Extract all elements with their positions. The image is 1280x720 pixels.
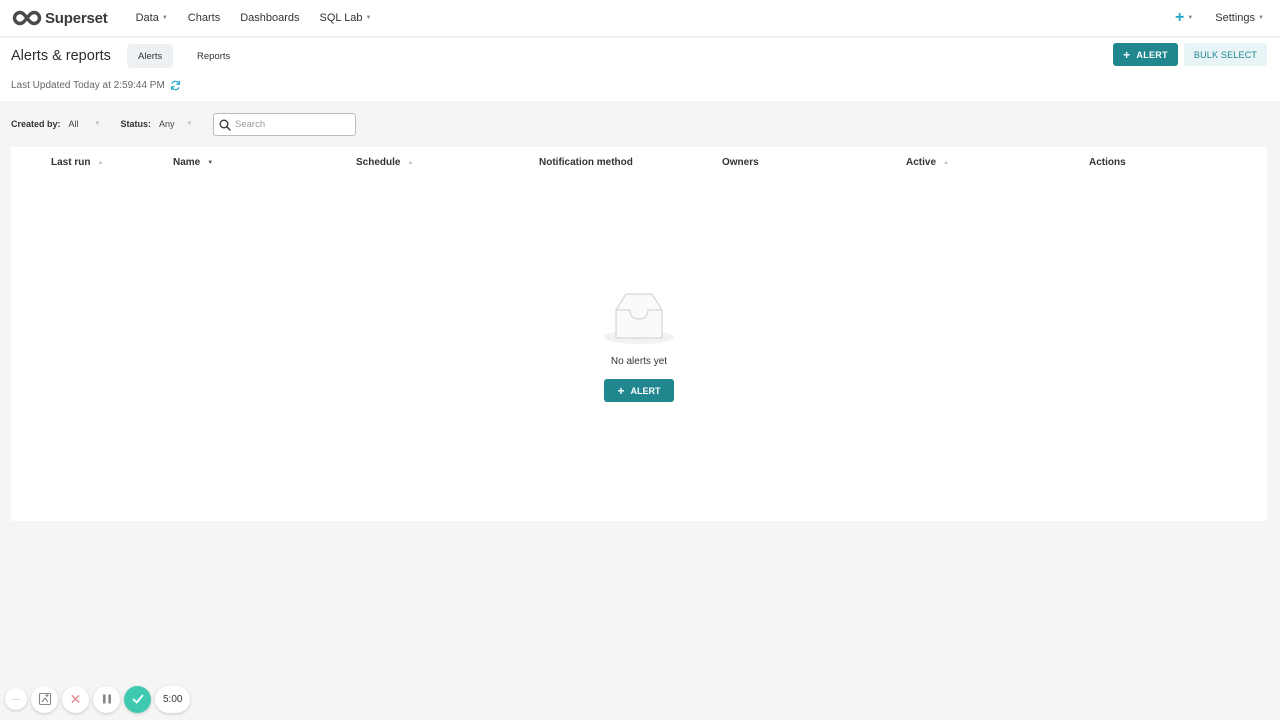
nav-charts[interactable]: Charts (178, 12, 230, 24)
column-label: Last run (51, 157, 91, 168)
nav-data-label: Data (135, 12, 159, 24)
brand-name: Superset (45, 9, 108, 27)
column-actions: Actions (1089, 157, 1126, 168)
add-alert-label: ALERT (1136, 49, 1168, 60)
empty-add-alert-label: ALERT (630, 385, 661, 396)
column-label: Name (173, 157, 201, 168)
nav-sql-lab-label: SQL Lab (319, 12, 363, 24)
search-field[interactable] (213, 113, 356, 136)
pause-button[interactable] (93, 685, 120, 713)
check-icon (132, 694, 143, 704)
superset-logo-icon (12, 10, 42, 26)
refresh-icon[interactable] (170, 80, 181, 91)
column-label: Active (906, 157, 937, 168)
status-value: Any (159, 119, 175, 129)
nav-charts-label: Charts (187, 12, 221, 24)
sort-icon: ▲ (943, 159, 949, 166)
tab-alerts-label: Alerts (138, 50, 163, 62)
empty-inbox-icon (604, 293, 674, 344)
settings-label: Settings (1215, 12, 1256, 24)
column-notification-method: Notification method (539, 157, 633, 168)
screen-region-icon (38, 692, 51, 706)
status-label: Status: (120, 119, 151, 129)
column-label: Schedule (356, 157, 401, 168)
sort-icon: ▲ (97, 159, 104, 166)
top-navbar: Superset Data ▼ Charts Dashboards SQL La… (0, 0, 1280, 37)
sort-icon: ▲ (407, 159, 414, 166)
tab-alerts[interactable]: Alerts (127, 44, 174, 68)
chevron-down-icon: ▼ (365, 15, 372, 21)
created-by-select[interactable]: All ▼ (61, 119, 101, 129)
plus-icon: + (1123, 47, 1131, 62)
settings-menu[interactable]: Settings ▼ (1215, 12, 1264, 24)
plus-icon: + (1175, 9, 1185, 26)
column-owners: Owners (722, 157, 759, 168)
nav-dashboards-label: Dashboards (240, 12, 300, 24)
created-by-label: Created by: (11, 119, 61, 129)
cancel-recording-button[interactable]: ✕ (62, 685, 89, 713)
pause-icon (102, 694, 111, 704)
bulk-select-button[interactable]: BULK SELECT (1184, 43, 1267, 66)
empty-message: No alerts yet (610, 356, 668, 367)
close-icon: ✕ (69, 690, 82, 707)
column-label: Actions (1089, 157, 1126, 168)
column-last-run[interactable]: Last run ▲ (51, 157, 103, 168)
created-by-value: All (68, 119, 79, 129)
column-active[interactable]: Active ▲ (906, 157, 949, 168)
nav-sql-lab[interactable]: SQL Lab ▼ (310, 12, 382, 24)
table-header: Last run ▲ Name ▼ Schedule ▲ Notificatio… (11, 147, 1267, 179)
finish-recording-button[interactable] (124, 685, 151, 713)
column-label: Notification method (539, 157, 633, 168)
recorder-toolbar: ··· ✕ 5:00 (5, 685, 191, 713)
tab-reports[interactable]: Reports (186, 44, 241, 68)
chevron-down-icon: ▼ (186, 121, 193, 127)
search-input[interactable] (235, 119, 350, 130)
new-item-menu[interactable]: + ▼ (1175, 9, 1193, 27)
last-updated: Last Updated Today at 2:59:44 PM (11, 80, 181, 91)
nav-data[interactable]: Data ▼ (126, 12, 178, 24)
recording-timer: 5:00 (155, 685, 191, 713)
alerts-table: Last run ▲ Name ▼ Schedule ▲ Notificatio… (11, 147, 1267, 521)
search-icon (219, 119, 231, 131)
more-icon: ··· (11, 694, 21, 704)
nav-dashboards[interactable]: Dashboards (230, 12, 309, 24)
bulk-select-label: BULK SELECT (1193, 49, 1258, 60)
empty-state: No alerts yet + ALERT (11, 292, 1267, 402)
chevron-down-icon: ▼ (161, 15, 168, 21)
last-updated-text: Last Updated Today at 2:59:44 PM (11, 80, 165, 91)
more-options-button[interactable]: ··· (5, 688, 27, 710)
column-label: Owners (722, 157, 759, 168)
add-alert-button[interactable]: + ALERT (1113, 43, 1178, 66)
sort-desc-icon: ▼ (207, 159, 214, 166)
page-title: Alerts & reports (11, 48, 111, 64)
empty-add-alert-button[interactable]: + ALERT (604, 379, 674, 402)
screenshot-button[interactable] (31, 685, 58, 713)
chevron-down-icon: ▼ (94, 121, 101, 127)
brand-logo[interactable]: Superset (11, 10, 108, 27)
tab-reports-label: Reports (197, 50, 231, 62)
page-header: Alerts & reports Alerts Reports + ALERT … (0, 38, 1280, 101)
column-schedule[interactable]: Schedule ▲ (356, 157, 413, 168)
plus-icon: + (617, 383, 625, 398)
chevron-down-icon: ▼ (1258, 15, 1264, 21)
column-name[interactable]: Name ▼ (173, 157, 213, 168)
status-select[interactable]: Any ▼ (151, 119, 192, 129)
chevron-down-icon: ▼ (1187, 15, 1194, 21)
